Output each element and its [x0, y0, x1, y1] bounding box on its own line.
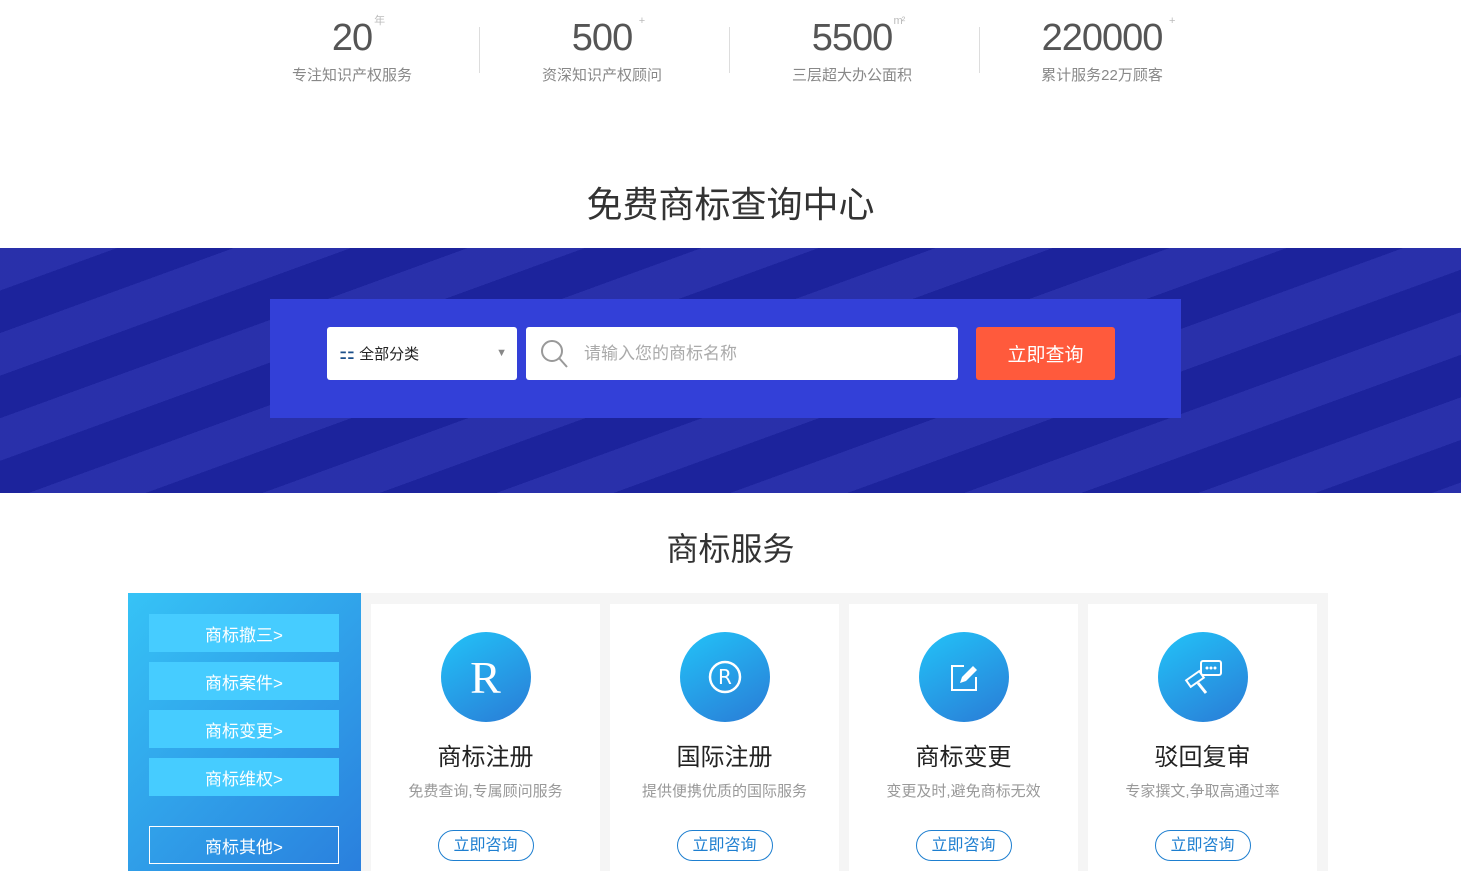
- side-menu-item[interactable]: 商标维权>: [149, 758, 339, 796]
- stat-value: 5500: [811, 17, 894, 59]
- side-menu-item-other[interactable]: 商标其他>: [149, 826, 339, 864]
- card-desc: 专家撰文,争取高通过率: [1125, 783, 1280, 800]
- stat-unit: +: [638, 15, 646, 27]
- stat-label: 资深知识产权顾问: [541, 67, 662, 84]
- search-field: [526, 327, 958, 380]
- gavel-chat-icon: [1157, 632, 1248, 722]
- query-title: 免费商标查询中心: [586, 184, 875, 225]
- dropdown-arrow-icon: ▼: [496, 347, 507, 359]
- consult-button[interactable]: 立即咨询: [676, 830, 773, 861]
- search-icon: [541, 339, 568, 368]
- stat-value: 500: [571, 17, 633, 59]
- stat-customers: 220000 + 累计服务22万顾客: [977, 14, 1227, 85]
- service-card: 商标变更 变更及时,避免商标无效 立即咨询: [849, 604, 1078, 871]
- search-banner: ⚏ 全部分类 ▼ 立即查询: [0, 248, 1461, 493]
- query-button[interactable]: 立即查询: [976, 327, 1115, 380]
- service-card: R 商标注册 免费查询,专属顾问服务 立即咨询: [371, 604, 600, 871]
- card-title: 商标注册: [437, 744, 534, 771]
- card-desc: 免费查询,专属顾问服务: [408, 783, 563, 800]
- stat-unit: 年: [374, 15, 385, 27]
- side-menu-item[interactable]: 商标撤三>: [149, 614, 339, 652]
- edit-icon: [918, 632, 1009, 722]
- stat-unit: m²: [893, 15, 905, 27]
- service-card: 驳回复审 专家撰文,争取高通过率 立即咨询: [1088, 604, 1317, 871]
- stat-label: 累计服务22万顾客: [1041, 67, 1163, 84]
- consult-button[interactable]: 立即咨询: [915, 830, 1012, 861]
- stat-label: 三层超大办公面积: [791, 67, 912, 84]
- svg-text:R: R: [718, 665, 732, 689]
- trademark-search-input[interactable]: [584, 343, 944, 364]
- stat-value: 20: [331, 17, 373, 59]
- r-letter-icon: R: [440, 632, 531, 722]
- search-box: ⚏ 全部分类 ▼ 立即查询: [270, 299, 1181, 418]
- services-title: 商标服务: [666, 531, 795, 567]
- consult-button[interactable]: 立即咨询: [437, 830, 534, 861]
- category-value: 全部分类: [359, 346, 420, 363]
- card-title: 驳回复审: [1154, 744, 1251, 771]
- card-title: 商标变更: [915, 744, 1012, 771]
- stat-unit: +: [1168, 15, 1176, 27]
- grid-icon: ⚏: [339, 343, 356, 363]
- stat-consultants: 500 + 资深知识产权顾问: [477, 14, 727, 85]
- consult-button[interactable]: 立即咨询: [1154, 830, 1251, 861]
- category-select[interactable]: ⚏ 全部分类 ▼: [327, 327, 517, 380]
- stat-value: 220000: [1041, 17, 1164, 59]
- side-menu-item[interactable]: 商标变更>: [149, 710, 339, 748]
- stat-label: 专注知识产权服务: [291, 67, 412, 84]
- card-desc: 提供便携优质的国际服务: [641, 783, 807, 800]
- card-title: 国际注册: [676, 744, 773, 771]
- stat-years: 20 年专注知识产权服务: [227, 14, 477, 85]
- side-menu: 商标撤三> 商标案件> 商标变更> 商标维权> 商标其他>: [128, 593, 361, 871]
- services-section: 商标撤三> 商标案件> 商标变更> 商标维权> 商标其他> R 商标注册 免费查…: [128, 593, 1328, 871]
- side-menu-item[interactable]: 商标案件>: [149, 662, 339, 700]
- card-desc: 变更及时,避免商标无效: [886, 783, 1041, 800]
- registered-icon: R: [679, 632, 770, 722]
- stat-office-area: 5500 m² 三层超大办公面积: [727, 14, 977, 85]
- service-card: R 国际注册 提供便携优质的国际服务 立即咨询: [610, 604, 839, 871]
